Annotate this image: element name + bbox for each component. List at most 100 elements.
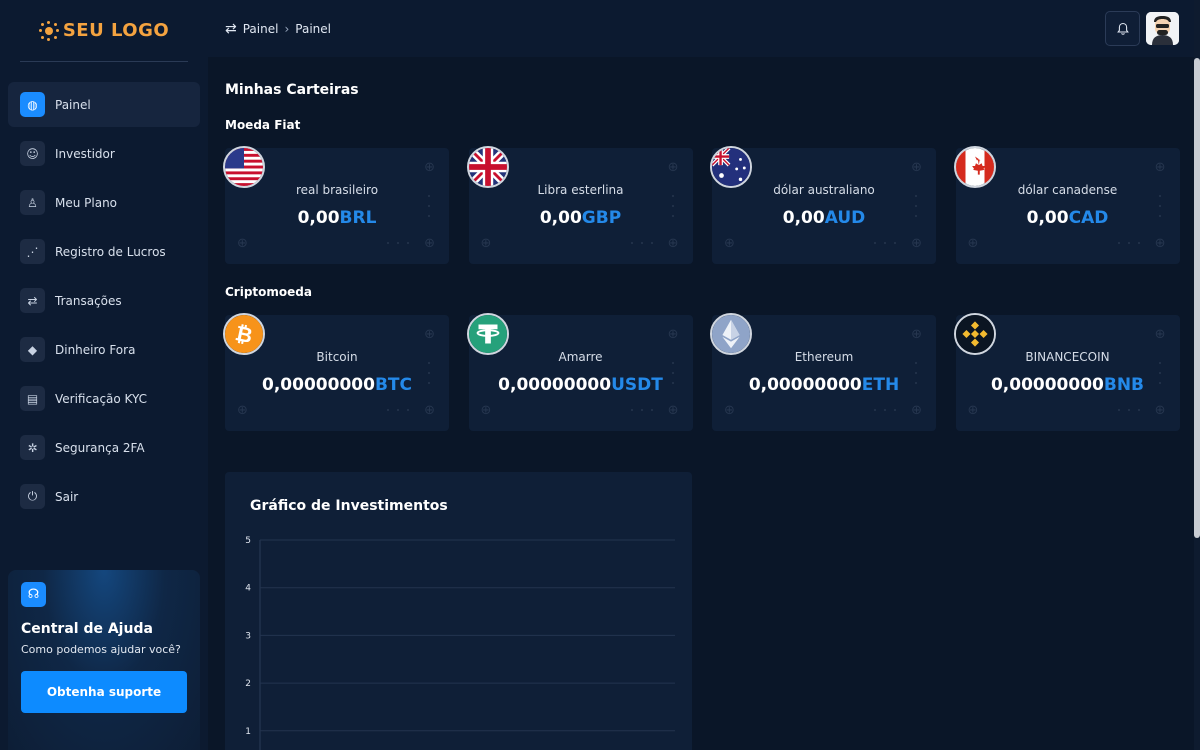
ca-flag-icon bbox=[953, 146, 996, 188]
headset-icon: ☊ bbox=[21, 582, 46, 607]
y-tick-label: 3 bbox=[245, 631, 251, 641]
plus-circle-icon: ⊕ bbox=[667, 403, 679, 418]
wallet-name: Libra esterlina bbox=[537, 183, 624, 197]
breadcrumb-item-root[interactable]: Painel bbox=[243, 22, 279, 36]
y-tick-label: 4 bbox=[245, 584, 251, 594]
scrollbar-thumb[interactable] bbox=[1194, 58, 1200, 538]
sidebar-item-registro-de-lucros[interactable]: ⋰ Registro de Lucros bbox=[8, 229, 200, 274]
wallet-amount: 0,00 bbox=[539, 208, 582, 228]
scrollbar[interactable] bbox=[1194, 0, 1200, 750]
plus-circle-icon: ⊕ bbox=[424, 327, 435, 342]
plus-circle-icon: ⊕ bbox=[1154, 327, 1166, 342]
dots-decoration bbox=[630, 242, 653, 244]
logout-icon: ⏻ bbox=[20, 484, 45, 509]
y-tick-label: 5 bbox=[245, 536, 251, 546]
wallet-amount: 0,00 bbox=[1026, 208, 1069, 228]
sidebar-item-label: Meu Plano bbox=[55, 195, 118, 210]
sidebar-nav: ◍ Painel ☺ Investidor ♙ Meu Plano ⋰ Registro de… bbox=[0, 62, 208, 519]
plus-circle-icon: ⊕ bbox=[911, 236, 922, 251]
tether-icon bbox=[466, 313, 509, 355]
bitcoin-icon: ₿ bbox=[223, 313, 265, 355]
plus-circle-icon: ⊕ bbox=[911, 160, 922, 175]
user-avatar[interactable] bbox=[1146, 12, 1179, 45]
binance-icon bbox=[953, 313, 996, 355]
wallet-amount: 0,00000000 bbox=[262, 375, 375, 395]
plus-circle-icon: ⊕ bbox=[1154, 160, 1166, 175]
plan-icon: ♙ bbox=[20, 190, 45, 215]
plus-circle-icon: ⊕ bbox=[967, 403, 979, 418]
plus-circle-icon: ⊕ bbox=[480, 403, 492, 418]
wallet-name: Bitcoin bbox=[316, 350, 358, 364]
transfer-icon: ⇄ bbox=[20, 288, 45, 313]
page-title: Minhas Carteiras bbox=[225, 82, 359, 98]
sidebar-item-verificação-kyc[interactable]: ▤ Verificação KYC bbox=[8, 376, 200, 421]
wallet-balance: 0,00BRL bbox=[225, 206, 449, 230]
wallet-name: Ethereum bbox=[794, 350, 854, 364]
investment-chart-card: Gráfico de Investimentos 54321 bbox=[225, 472, 692, 750]
wallet-card-brl[interactable]: ⊕ ⊕ ⊕ real brasileiro 0,00BRL bbox=[223, 146, 449, 264]
plus-circle-icon: ⊕ bbox=[911, 327, 922, 342]
wallet-card-cad[interactable]: ⊕ ⊕ ⊕ dólar canadense 0,00CAD bbox=[953, 146, 1180, 264]
wallet-currency: BNB bbox=[1103, 375, 1145, 395]
swap-icon[interactable]: ⇄ bbox=[225, 21, 237, 37]
wallet-amount: 0,00000000 bbox=[748, 375, 862, 395]
user-icon: ☺ bbox=[20, 141, 45, 166]
wallet-currency: ETH bbox=[861, 375, 900, 395]
notification-button[interactable] bbox=[1105, 11, 1140, 46]
topbar: ⇄ Painel › Painel bbox=[208, 0, 1200, 57]
wallet-currency: GBP bbox=[581, 208, 622, 228]
plus-circle-icon: ⊕ bbox=[967, 236, 979, 251]
get-support-button[interactable]: Obtenha suporte bbox=[21, 671, 187, 713]
plus-circle-icon: ⊕ bbox=[480, 236, 492, 251]
wallet-balance: 0,00CAD bbox=[956, 206, 1180, 230]
wallet-card-eth[interactable]: ⊕ ⊕ ⊕ Ethereum 0,00000000ETH bbox=[710, 313, 936, 431]
withdraw-icon: ◆ bbox=[20, 337, 45, 362]
wallet-name: BINANCECOIN bbox=[1025, 350, 1110, 364]
y-tick-label: 2 bbox=[245, 679, 251, 689]
plus-circle-icon: ⊕ bbox=[724, 236, 735, 251]
wallet-card-bnb[interactable]: ⊕ ⊕ ⊕ BINANCECOIN 0,00000000BNB bbox=[953, 313, 1180, 431]
bell-icon bbox=[1116, 22, 1129, 35]
au-flag-icon bbox=[710, 146, 752, 188]
fiat-heading: Moeda Fiat bbox=[225, 118, 301, 132]
sidebar-item-segurança-2fa[interactable]: ✲ Segurança 2FA bbox=[8, 425, 200, 470]
help-subtitle: Como podemos ajudar você? bbox=[21, 643, 181, 656]
sidebar: SEU LOGO ◍ Painel ☺ Investidor ♙ Meu Plano ⋰ Re… bbox=[0, 0, 208, 750]
sidebar-item-label: Segurança 2FA bbox=[55, 440, 145, 455]
plus-circle-icon: ⊕ bbox=[237, 236, 248, 251]
chevron-right-icon: › bbox=[284, 21, 290, 36]
plus-circle-icon: ⊕ bbox=[911, 403, 922, 418]
us-flag-icon bbox=[223, 146, 265, 188]
wallet-card-aud[interactable]: ⊕ ⊕ ⊕ dólar australiano 0,00AUD bbox=[710, 146, 936, 264]
avatar-image bbox=[1146, 12, 1179, 45]
sidebar-item-sair[interactable]: ⏻ Sair bbox=[8, 474, 200, 519]
dots-decoration bbox=[874, 409, 896, 411]
wallet-card-usdt[interactable]: ⊕ ⊕ ⊕ Amarre 0,00000000USDT bbox=[466, 313, 693, 431]
sidebar-item-investidor[interactable]: ☺ Investidor bbox=[8, 131, 200, 176]
sidebar-item-meu-plano[interactable]: ♙ Meu Plano bbox=[8, 180, 200, 225]
sidebar-item-transações[interactable]: ⇄ Transações bbox=[8, 278, 200, 323]
sidebar-item-dinheiro-fora[interactable]: ◆ Dinheiro Fora bbox=[8, 327, 200, 372]
logo-text: SEU LOGO bbox=[62, 20, 170, 41]
uk-flag-icon bbox=[466, 146, 509, 188]
wallet-name: Amarre bbox=[558, 350, 603, 364]
wallet-amount: 0,00000000 bbox=[498, 375, 612, 395]
sidebar-item-label: Registro de Lucros bbox=[55, 244, 166, 259]
dots-decoration bbox=[387, 242, 409, 244]
wallet-balance: 0,00000000ETH bbox=[712, 373, 936, 397]
dots-decoration bbox=[1117, 409, 1140, 411]
breadcrumb: ⇄ Painel › Painel bbox=[225, 21, 331, 37]
wallet-name: dólar australiano bbox=[773, 183, 875, 197]
wallet-balance: 0,00GBP bbox=[469, 206, 693, 230]
dashboard-icon: ◍ bbox=[20, 92, 45, 117]
crypto-heading: Criptomoeda bbox=[225, 285, 312, 299]
investment-chart: 5 4 3 2 1 bbox=[245, 536, 675, 750]
logo[interactable]: SEU LOGO bbox=[20, 0, 188, 62]
wallet-name: real brasileiro bbox=[295, 183, 379, 197]
wallet-card-gbp[interactable]: ⊕ ⊕ ⊕ Libra esterlina 0,00GBP bbox=[466, 146, 693, 264]
sidebar-item-painel[interactable]: ◍ Painel bbox=[8, 82, 200, 127]
wallet-currency: CAD bbox=[1068, 208, 1109, 228]
wallet-card-btc[interactable]: ₿ ⊕ ⊕ ⊕ Bitcoin 0,00000000BTC bbox=[223, 313, 449, 431]
plus-circle-icon: ⊕ bbox=[724, 403, 735, 418]
security-icon: ✲ bbox=[20, 435, 45, 460]
